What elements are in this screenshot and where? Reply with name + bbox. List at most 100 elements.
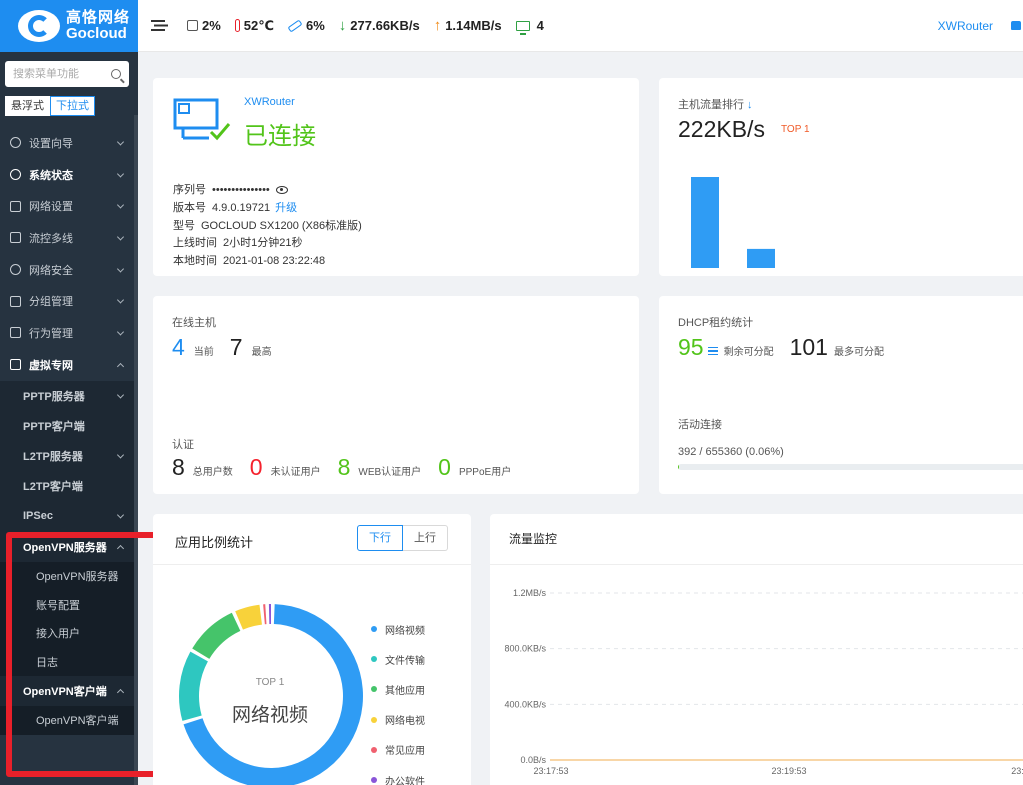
sidebar-item-openvpn-client-config[interactable]: OpenVPN客户端 (0, 706, 138, 735)
tab-downstream[interactable]: 下行 (357, 525, 403, 551)
legend-dot (371, 716, 377, 723)
router-connected-icon (173, 98, 231, 141)
thermometer-icon (234, 19, 240, 32)
brand-name-en: Gocloud (66, 25, 127, 42)
sidebar-item-label: L2TP客户端 (23, 481, 83, 494)
donut-slice[interactable] (179, 651, 208, 721)
donut-slice[interactable] (192, 612, 241, 659)
sidebar-scrollbar[interactable] (134, 115, 138, 785)
menu-search (5, 61, 129, 87)
menu-collapse-icon[interactable] (151, 20, 165, 31)
shield-icon (10, 264, 21, 276)
sidebar-item-behavior-management[interactable]: 行为管理 (0, 317, 138, 349)
mode-dropdown-button[interactable]: 下拉式 (50, 96, 95, 116)
sidebar-item-group-management[interactable]: 分组管理 (0, 285, 138, 317)
dhcp-title: DHCP租约统计 (678, 317, 754, 329)
router-name-link[interactable]: XWRouter (244, 96, 295, 108)
legend-item[interactable]: 网络视频 (371, 614, 425, 644)
chevron-up-icon (116, 362, 125, 370)
sidebar-item-flow-control[interactable]: 流控多线 (0, 222, 138, 254)
legend-item[interactable]: 网络电视 (371, 705, 425, 735)
traffic-monitor-card: 流量监控 1.2MB/s 800.0KB/s 400.0KB/s 0.0B/s 23:1… (490, 514, 1023, 785)
sidebar-item-ipsec[interactable]: IPSec (0, 501, 138, 531)
sidebar-item-network-settings[interactable]: 网络设置 (0, 190, 138, 222)
sidebar-item-vpn[interactable]: 虚拟专网 (0, 349, 138, 381)
sidebar-item-network-security[interactable]: 网络安全 (0, 254, 138, 286)
chevron-down-icon (116, 169, 125, 178)
sidebar-item-pptp-server[interactable]: PPTP服务器 (0, 381, 138, 411)
dhcp-max-value: 101 (789, 334, 828, 360)
sidebar-item-label: PPTP服务器 (23, 390, 85, 403)
online-hosts-stats: 4 当前 7 最高 (172, 334, 288, 361)
compass-icon (10, 137, 21, 149)
sidebar-item-openvpn-server-config[interactable]: OpenVPN服务器 (0, 562, 138, 591)
online-hosts-value: 4 (536, 18, 544, 33)
legend-item[interactable]: 办公软件 (371, 765, 425, 785)
memory-icon (287, 19, 303, 32)
sidebar-item-log[interactable]: 日志 (0, 647, 138, 676)
router-details: 序列号 ••••••••••••••• 版本号 4.9.0.19721 升级 型号 GO… (173, 182, 362, 271)
app-ratio-title: 应用比例统计 (175, 535, 254, 550)
chevron-up-icon (116, 544, 125, 552)
rank-bar[interactable] (747, 248, 775, 268)
sidebar-item-label: OpenVPN客户端 (36, 715, 119, 728)
sidebar-item-openvpn-client[interactable]: OpenVPN客户端 (0, 676, 138, 706)
tab-upstream[interactable]: 上行 (403, 525, 448, 551)
search-icon[interactable] (111, 69, 121, 79)
mode-float-button[interactable]: 悬浮式 (5, 96, 50, 116)
sidebar: 高恪网络 Gocloud 悬浮式 下拉式 设置向导 系统状态 网络设置 流控多线 (0, 0, 138, 785)
uptime-row: 上线时间 2小时1分钟21秒 (173, 235, 362, 253)
active-connections-title: 活动连接 (678, 419, 722, 431)
donut-slice[interactable] (235, 604, 262, 630)
legend-item[interactable]: 其他应用 (371, 674, 425, 704)
version-label: 版本号 (173, 201, 206, 214)
router-name-link[interactable]: XWRouter (938, 19, 993, 33)
brand-logo[interactable]: 高恪网络 Gocloud (0, 0, 138, 52)
chevron-down-icon (116, 451, 125, 459)
cpu-usage: 2% (187, 18, 221, 33)
x-tick-label: 23:17:53 (533, 766, 568, 776)
model-value: GOCLOUD SX1200 (X86标准版) (201, 219, 362, 232)
legend-item[interactable]: 文件传输 (371, 644, 425, 674)
max-hosts-label: 最高 (251, 347, 272, 358)
vpn-submenu: PPTP服务器 PPTP客户端 L2TP服务器 L2TP客户端 IPSec Op… (0, 380, 138, 735)
legend-item[interactable]: 常见应用 (371, 735, 425, 765)
host-traffic-rank-card: 主机流量排行 ↓ 222KB/s TOP 1 (659, 78, 1023, 276)
donut-slice[interactable] (263, 604, 267, 625)
theme-icon[interactable] (1011, 21, 1021, 30)
model-label: 型号 (173, 219, 195, 232)
upgrade-link[interactable]: 升级 (275, 202, 297, 214)
sidebar-item-l2tp-server[interactable]: L2TP服务器 (0, 441, 138, 471)
menu-search-input[interactable] (13, 68, 103, 80)
memory-usage: 6% (287, 18, 325, 33)
sidebar-item-l2tp-client[interactable]: L2TP客户端 (0, 471, 138, 501)
app-ratio-donut-chart (179, 604, 363, 785)
model-row: 型号 GOCLOUD SX1200 (X86标准版) (173, 218, 362, 236)
auth-title: 认证 (172, 439, 194, 451)
serial-value: ••••••••••••••• (212, 184, 270, 196)
list-icon[interactable] (707, 347, 718, 355)
sidebar-item-system-status[interactable]: 系统状态 (0, 159, 138, 191)
legend-dot (371, 777, 377, 784)
unauth-users-label: 未认证用户 (270, 467, 321, 478)
rank-bar-chart (691, 177, 775, 268)
sidebar-item-openvpn-server[interactable]: OpenVPN服务器 (0, 531, 138, 561)
chevron-down-icon (116, 138, 125, 146)
rank-bar[interactable] (691, 177, 719, 268)
chevron-down-icon (116, 265, 125, 273)
sidebar-item-label: 系统状态 (29, 169, 73, 182)
sidebar-item-connected-users[interactable]: 接入用户 (0, 619, 138, 648)
sidebar-item-setup-wizard[interactable]: 设置向导 (0, 127, 138, 159)
traffic-line-chart: 1.2MB/s 800.0KB/s 400.0KB/s 0.0B/s23:17:53 2… (504, 588, 1023, 776)
direction-tabs: 下行 上行 (357, 525, 448, 551)
donut-top-name: 网络视频 (231, 705, 308, 726)
chevron-down-icon (116, 296, 125, 304)
sidebar-item-pptp-client[interactable]: PPTP客户端 (0, 411, 138, 441)
version-value: 4.9.0.19721 (212, 201, 271, 214)
eye-icon[interactable] (275, 186, 288, 195)
y-tick-label: 0.0B/s (520, 755, 546, 765)
donut-slice[interactable] (268, 604, 271, 625)
chevron-down-icon (116, 511, 125, 519)
sidebar-item-account-config[interactable]: 账号配置 (0, 590, 138, 619)
sidebar-item-label: 接入用户 (36, 628, 80, 641)
